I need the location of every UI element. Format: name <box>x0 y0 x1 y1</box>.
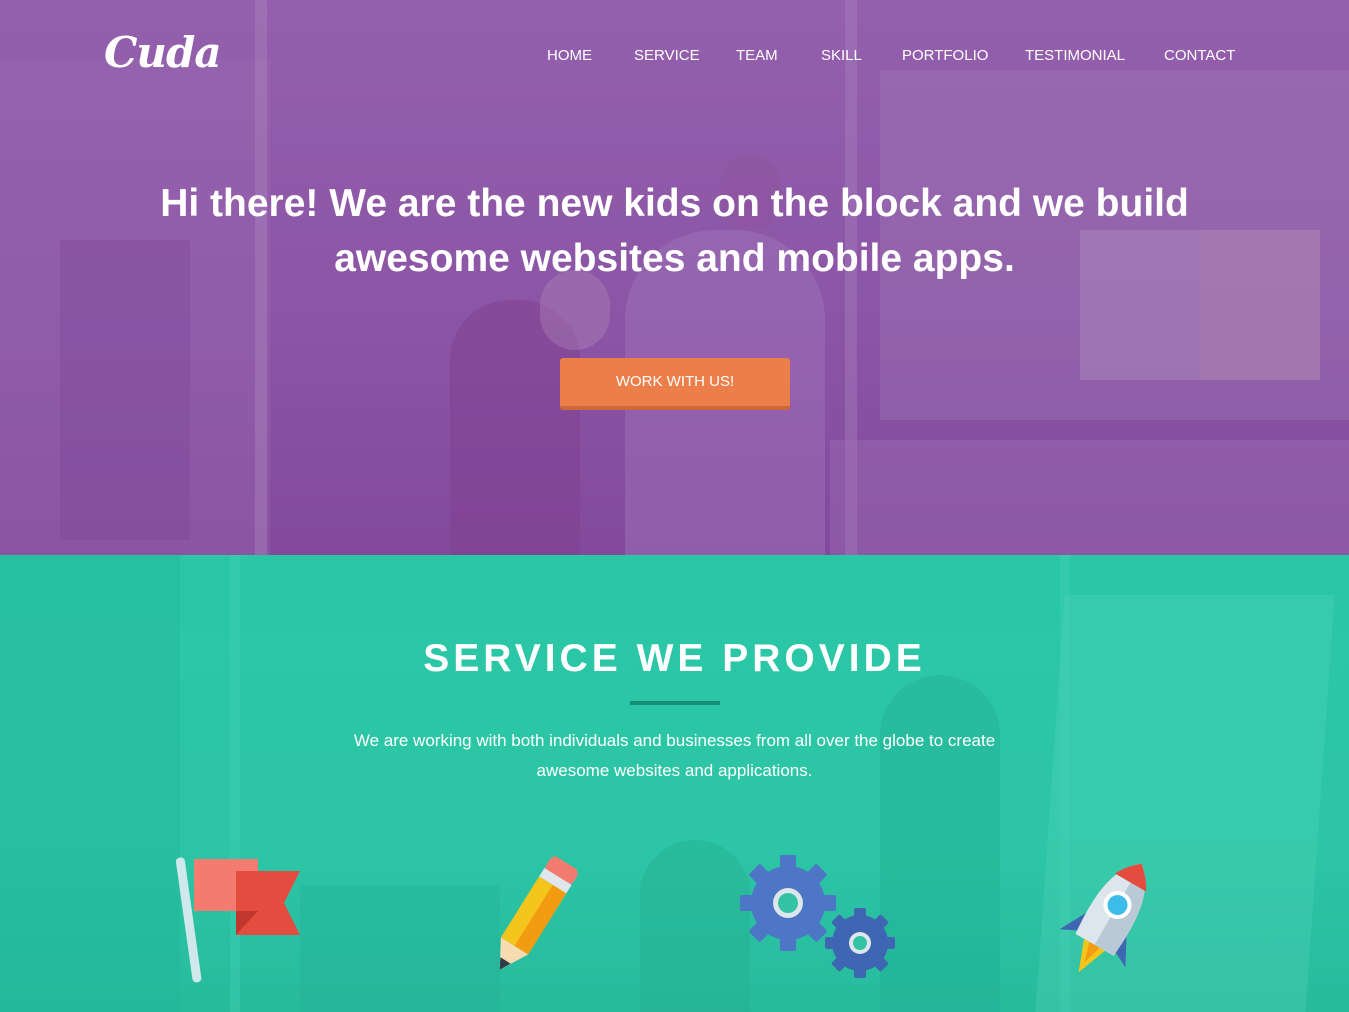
service-section: SERVICE WE PROVIDE We are working with b… <box>0 555 1349 1012</box>
nav-item-portfolio[interactable]: PORTFOLIO <box>902 45 988 67</box>
rocket-icon <box>1059 863 1147 973</box>
nav-item-contact[interactable]: CONTACT <box>1164 45 1235 67</box>
nav-item-team[interactable]: TEAM <box>736 45 778 67</box>
gears-icon <box>740 855 895 978</box>
nav-item-skill[interactable]: SKILL <box>821 45 862 67</box>
title-divider <box>630 701 720 705</box>
hero-headline: Hi there! We are the new kids on the blo… <box>160 182 1189 280</box>
nav-item-service[interactable]: SERVICE <box>634 45 700 67</box>
main-nav: HOME SERVICE TEAM SKILL PORTFOLIO TESTIM… <box>0 45 1349 67</box>
flag-icon <box>176 857 300 983</box>
work-with-us-button[interactable]: WORK WITH US! <box>560 358 790 410</box>
nav-item-testimonial[interactable]: TESTIMONIAL <box>1025 45 1125 67</box>
service-description: We are working with both individuals and… <box>353 731 996 780</box>
hero-section: Cuda HOME SERVICE TEAM SKILL PORTFOLIO T… <box>0 0 1349 555</box>
service-title: SERVICE WE PROVIDE <box>423 637 926 680</box>
pencil-icon <box>499 856 578 970</box>
nav-item-home[interactable]: HOME <box>547 45 592 67</box>
